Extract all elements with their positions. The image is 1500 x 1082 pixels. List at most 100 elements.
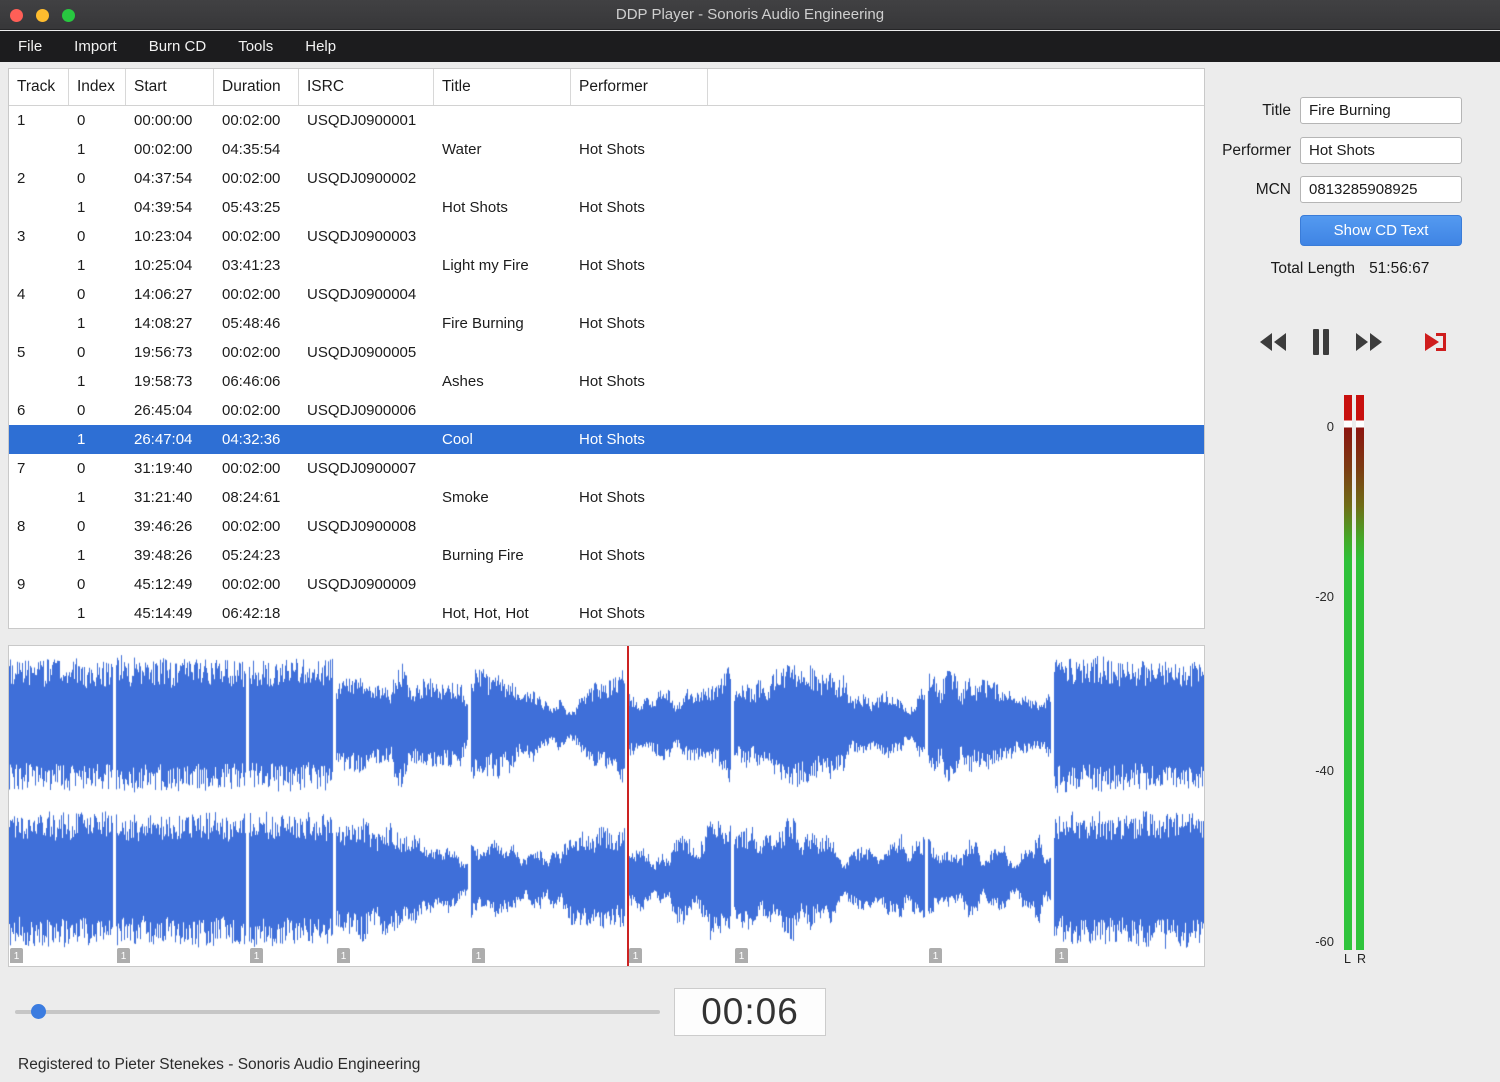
- table-row[interactable]: 1 31:21:40 08:24:61 Smoke Hot Shots: [9, 483, 1204, 512]
- traffic-lights: [10, 9, 75, 22]
- index-marker: 1: [10, 948, 23, 963]
- column-header-performer[interactable]: Performer: [571, 69, 708, 105]
- column-header-duration[interactable]: Duration: [214, 69, 299, 105]
- title-input[interactable]: [1300, 97, 1462, 124]
- play-to-marker-button[interactable]: [1423, 330, 1450, 354]
- cell-start: 31:19:40: [134, 460, 193, 477]
- show-cd-text-button[interactable]: Show CD Text: [1300, 215, 1462, 246]
- menu-import[interactable]: Import: [58, 32, 133, 61]
- table-row[interactable]: 1 00:02:00 04:35:54 Water Hot Shots: [9, 135, 1204, 164]
- cell-index: 0: [77, 228, 86, 245]
- cell-start: 14:08:27: [134, 315, 193, 332]
- cell-performer: Hot Shots: [579, 547, 645, 564]
- index-marker: 1: [250, 948, 263, 963]
- cell-performer: Hot Shots: [579, 141, 645, 158]
- table-row[interactable]: 3 0 10:23:04 00:02:00 USQDJ0900003: [9, 222, 1204, 251]
- column-header-track[interactable]: Track: [9, 69, 69, 105]
- cell-index: 0: [77, 576, 86, 593]
- fast-forward-button[interactable]: [1354, 331, 1384, 353]
- menu-burn-cd[interactable]: Burn CD: [133, 32, 223, 61]
- cell-performer: Hot Shots: [579, 489, 645, 506]
- cell-start: 10:25:04: [134, 257, 193, 274]
- cell-duration: 03:41:23: [222, 257, 281, 274]
- cell-duration: 05:24:23: [222, 547, 281, 564]
- rewind-button[interactable]: [1258, 331, 1288, 353]
- meter-scale-label: -60: [1315, 934, 1334, 949]
- cell-isrc: USQDJ0900003: [307, 228, 417, 245]
- cell-index: 1: [77, 605, 86, 622]
- waveform-canvas[interactable]: [9, 646, 1204, 966]
- cell-start: 39:48:26: [134, 547, 193, 564]
- cell-isrc: USQDJ0900007: [307, 460, 417, 477]
- table-row[interactable]: 1 26:47:04 04:32:36 Cool Hot Shots: [9, 425, 1204, 454]
- cell-title: Hot Shots: [442, 199, 508, 216]
- menu-file[interactable]: File: [2, 32, 58, 61]
- meter-bar-left: [1344, 395, 1352, 950]
- cell-index: 0: [77, 286, 86, 303]
- mcn-input[interactable]: [1300, 176, 1462, 203]
- cell-index: 1: [77, 141, 86, 158]
- total-length-value: 51:56:67: [1369, 260, 1430, 277]
- minimize-button[interactable]: [36, 9, 49, 22]
- table-row[interactable]: 1 04:39:54 05:43:25 Hot Shots Hot Shots: [9, 193, 1204, 222]
- cell-isrc: USQDJ0900002: [307, 170, 417, 187]
- menu-bar: File Import Burn CD Tools Help: [0, 31, 1500, 62]
- close-button[interactable]: [10, 9, 23, 22]
- menu-tools[interactable]: Tools: [222, 32, 289, 61]
- cell-title: Smoke: [442, 489, 489, 506]
- cell-index: 1: [77, 373, 86, 390]
- cell-duration: 00:02:00: [222, 286, 281, 303]
- cell-start: 26:47:04: [134, 431, 193, 448]
- table-row[interactable]: 2 0 04:37:54 00:02:00 USQDJ0900002: [9, 164, 1204, 193]
- status-bar: Registered to Pieter Stenekes - Sonoris …: [18, 1056, 421, 1073]
- table-row[interactable]: 1 19:58:73 06:46:06 Ashes Hot Shots: [9, 367, 1204, 396]
- cell-duration: 00:02:00: [222, 344, 281, 361]
- table-row[interactable]: 8 0 39:46:26 00:02:00 USQDJ0900008: [9, 512, 1204, 541]
- cell-index: 1: [77, 257, 86, 274]
- zoom-button[interactable]: [62, 9, 75, 22]
- level-meter: 0 -20 -40 -60 L R: [1306, 395, 1376, 975]
- table-row[interactable]: 4 0 14:06:27 00:02:00 USQDJ0900004: [9, 280, 1204, 309]
- index-marker: 1: [629, 948, 642, 963]
- table-row[interactable]: 5 0 19:56:73 00:02:00 USQDJ0900005: [9, 338, 1204, 367]
- menu-help[interactable]: Help: [289, 32, 352, 61]
- time-display-value: 00:06: [701, 991, 799, 1032]
- cell-duration: 00:02:00: [222, 228, 281, 245]
- cell-duration: 00:02:00: [222, 460, 281, 477]
- cell-track: 9: [17, 576, 26, 593]
- table-row[interactable]: 6 0 26:45:04 00:02:00 USQDJ0900006: [9, 396, 1204, 425]
- cell-index: 1: [77, 431, 86, 448]
- cell-isrc: USQDJ0900006: [307, 402, 417, 419]
- cell-duration: 00:02:00: [222, 576, 281, 593]
- seek-slider-thumb[interactable]: [31, 1004, 46, 1019]
- pause-button[interactable]: [1312, 329, 1330, 355]
- seek-slider[interactable]: [15, 1004, 660, 1019]
- column-header-index[interactable]: Index: [69, 69, 126, 105]
- cell-track: 5: [17, 344, 26, 361]
- table-row[interactable]: 1 10:25:04 03:41:23 Light my Fire Hot Shots: [9, 251, 1204, 280]
- cell-track: 6: [17, 402, 26, 419]
- cell-track: 1: [17, 112, 26, 129]
- performer-input[interactable]: [1300, 137, 1462, 164]
- table-row[interactable]: 1 39:48:26 05:24:23 Burning Fire Hot Shots: [9, 541, 1204, 570]
- cell-start: 19:56:73: [134, 344, 193, 361]
- column-header-title[interactable]: Title: [434, 69, 571, 105]
- cell-start: 04:39:54: [134, 199, 193, 216]
- table-row[interactable]: 9 0 45:12:49 00:02:00 USQDJ0900009: [9, 570, 1204, 599]
- meter-scale-label: -20: [1315, 589, 1334, 604]
- table-row[interactable]: 1 45:14:49 06:42:18 Hot, Hot, Hot Hot Shots: [9, 599, 1204, 628]
- cell-index: 0: [77, 460, 86, 477]
- mcn-label: MCN: [1255, 180, 1291, 198]
- table-row[interactable]: 7 0 31:19:40 00:02:00 USQDJ0900007: [9, 454, 1204, 483]
- column-header-start[interactable]: Start: [126, 69, 214, 105]
- index-marker: 1: [117, 948, 130, 963]
- cell-duration: 05:48:46: [222, 315, 281, 332]
- cell-index: 1: [77, 315, 86, 332]
- time-display: 00:06: [674, 988, 826, 1036]
- table-row[interactable]: 1 14:08:27 05:48:46 Fire Burning Hot Shots: [9, 309, 1204, 338]
- cell-performer: Hot Shots: [579, 431, 645, 448]
- table-row[interactable]: 1 0 00:00:00 00:02:00 USQDJ0900001: [9, 106, 1204, 135]
- cell-index: 1: [77, 489, 86, 506]
- column-header-isrc[interactable]: ISRC: [299, 69, 434, 105]
- waveform-panel[interactable]: 1 1 1 1 1 1 1 1 1: [8, 645, 1205, 967]
